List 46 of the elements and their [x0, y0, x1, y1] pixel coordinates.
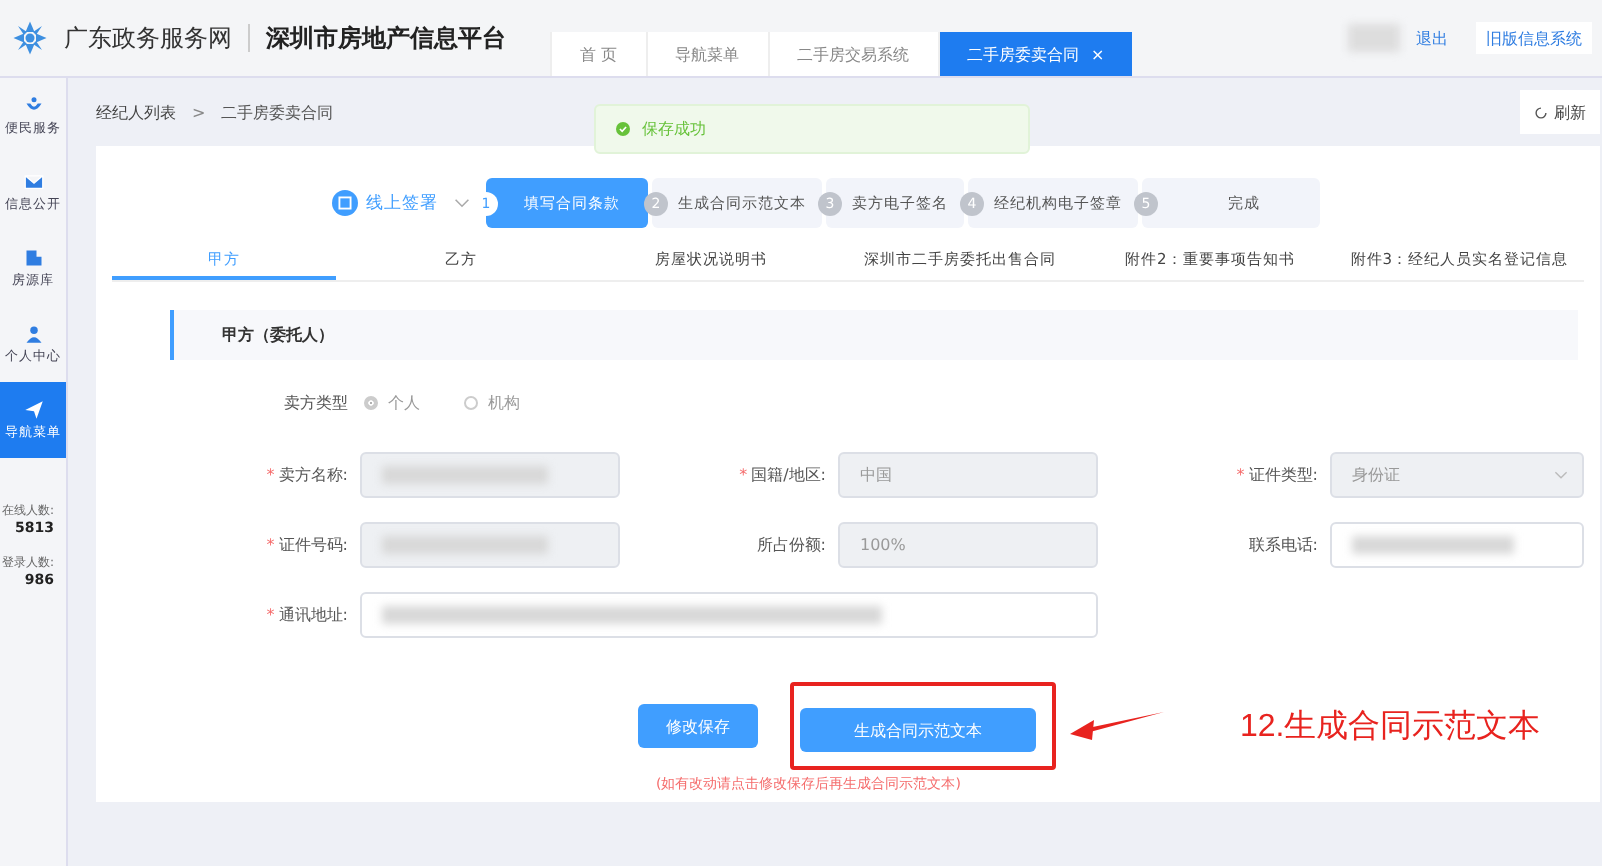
field-label: 卖方类型: [282, 391, 348, 413]
site-name: 广东政务服务网: [64, 21, 232, 55]
generate-button[interactable]: 生成合同示范文本: [800, 708, 1036, 752]
refresh-icon: [1534, 105, 1548, 119]
platform-title: 深圳市房地产信息平台: [266, 21, 506, 55]
refresh-button[interactable]: 刷新: [1520, 90, 1600, 134]
old-system-button[interactable]: 旧版信息系统: [1476, 22, 1592, 54]
field-label: 所占份额:: [756, 534, 826, 556]
field-label: 联系电话:: [1248, 534, 1318, 556]
annotation-text: 12.生成合同示范文本: [1240, 707, 1541, 747]
nav-tab[interactable]: 导航菜单: [645, 32, 768, 76]
nav-tab[interactable]: 二手房委卖合同 ×: [937, 32, 1133, 76]
nav-tab[interactable]: 首 页: [550, 32, 646, 76]
breadcrumb-separator: >: [192, 103, 206, 121]
field-label: 证件类型:: [1248, 464, 1318, 486]
field-label: 证件号码:: [278, 534, 348, 556]
sign-icon: [332, 190, 358, 216]
radio-option[interactable]: 个人: [364, 391, 420, 413]
logout-link[interactable]: 退出: [1416, 27, 1448, 49]
field-label: 通讯地址:: [278, 604, 348, 626]
envelope-icon: [23, 171, 43, 191]
building-icon: [23, 247, 43, 267]
steps-title: 线上签署: [366, 191, 438, 215]
required-mark: *: [266, 466, 275, 484]
input-field[interactable]: [360, 592, 1098, 638]
nav-tab[interactable]: 二手房交易系统: [767, 32, 938, 76]
chevron-down-icon: [1554, 470, 1568, 480]
required-mark: *: [266, 536, 275, 554]
section-title: 甲方（委托人）: [222, 324, 334, 346]
toast-message: 保存成功: [642, 118, 706, 140]
required-mark: *: [739, 466, 748, 484]
check-icon: [616, 122, 630, 136]
breadcrumb-current: 二手房委卖合同: [221, 101, 334, 123]
breadcrumb-link[interactable]: 经纪人列表: [96, 101, 176, 123]
chevron-down-icon: [454, 198, 470, 208]
save-button[interactable]: 修改保存: [638, 704, 758, 748]
required-mark: *: [266, 606, 275, 624]
logo-icon: [12, 20, 48, 56]
field-label: 卖方名称:: [278, 464, 348, 486]
person-icon: [23, 323, 43, 343]
field-label: 国籍/地区:: [751, 464, 826, 486]
avatar-redacted: [1348, 24, 1400, 52]
radio-option[interactable]: 机构: [464, 391, 520, 413]
input-field[interactable]: [1330, 522, 1584, 568]
paper-plane-icon: [23, 399, 43, 419]
required-mark: *: [1236, 466, 1245, 484]
